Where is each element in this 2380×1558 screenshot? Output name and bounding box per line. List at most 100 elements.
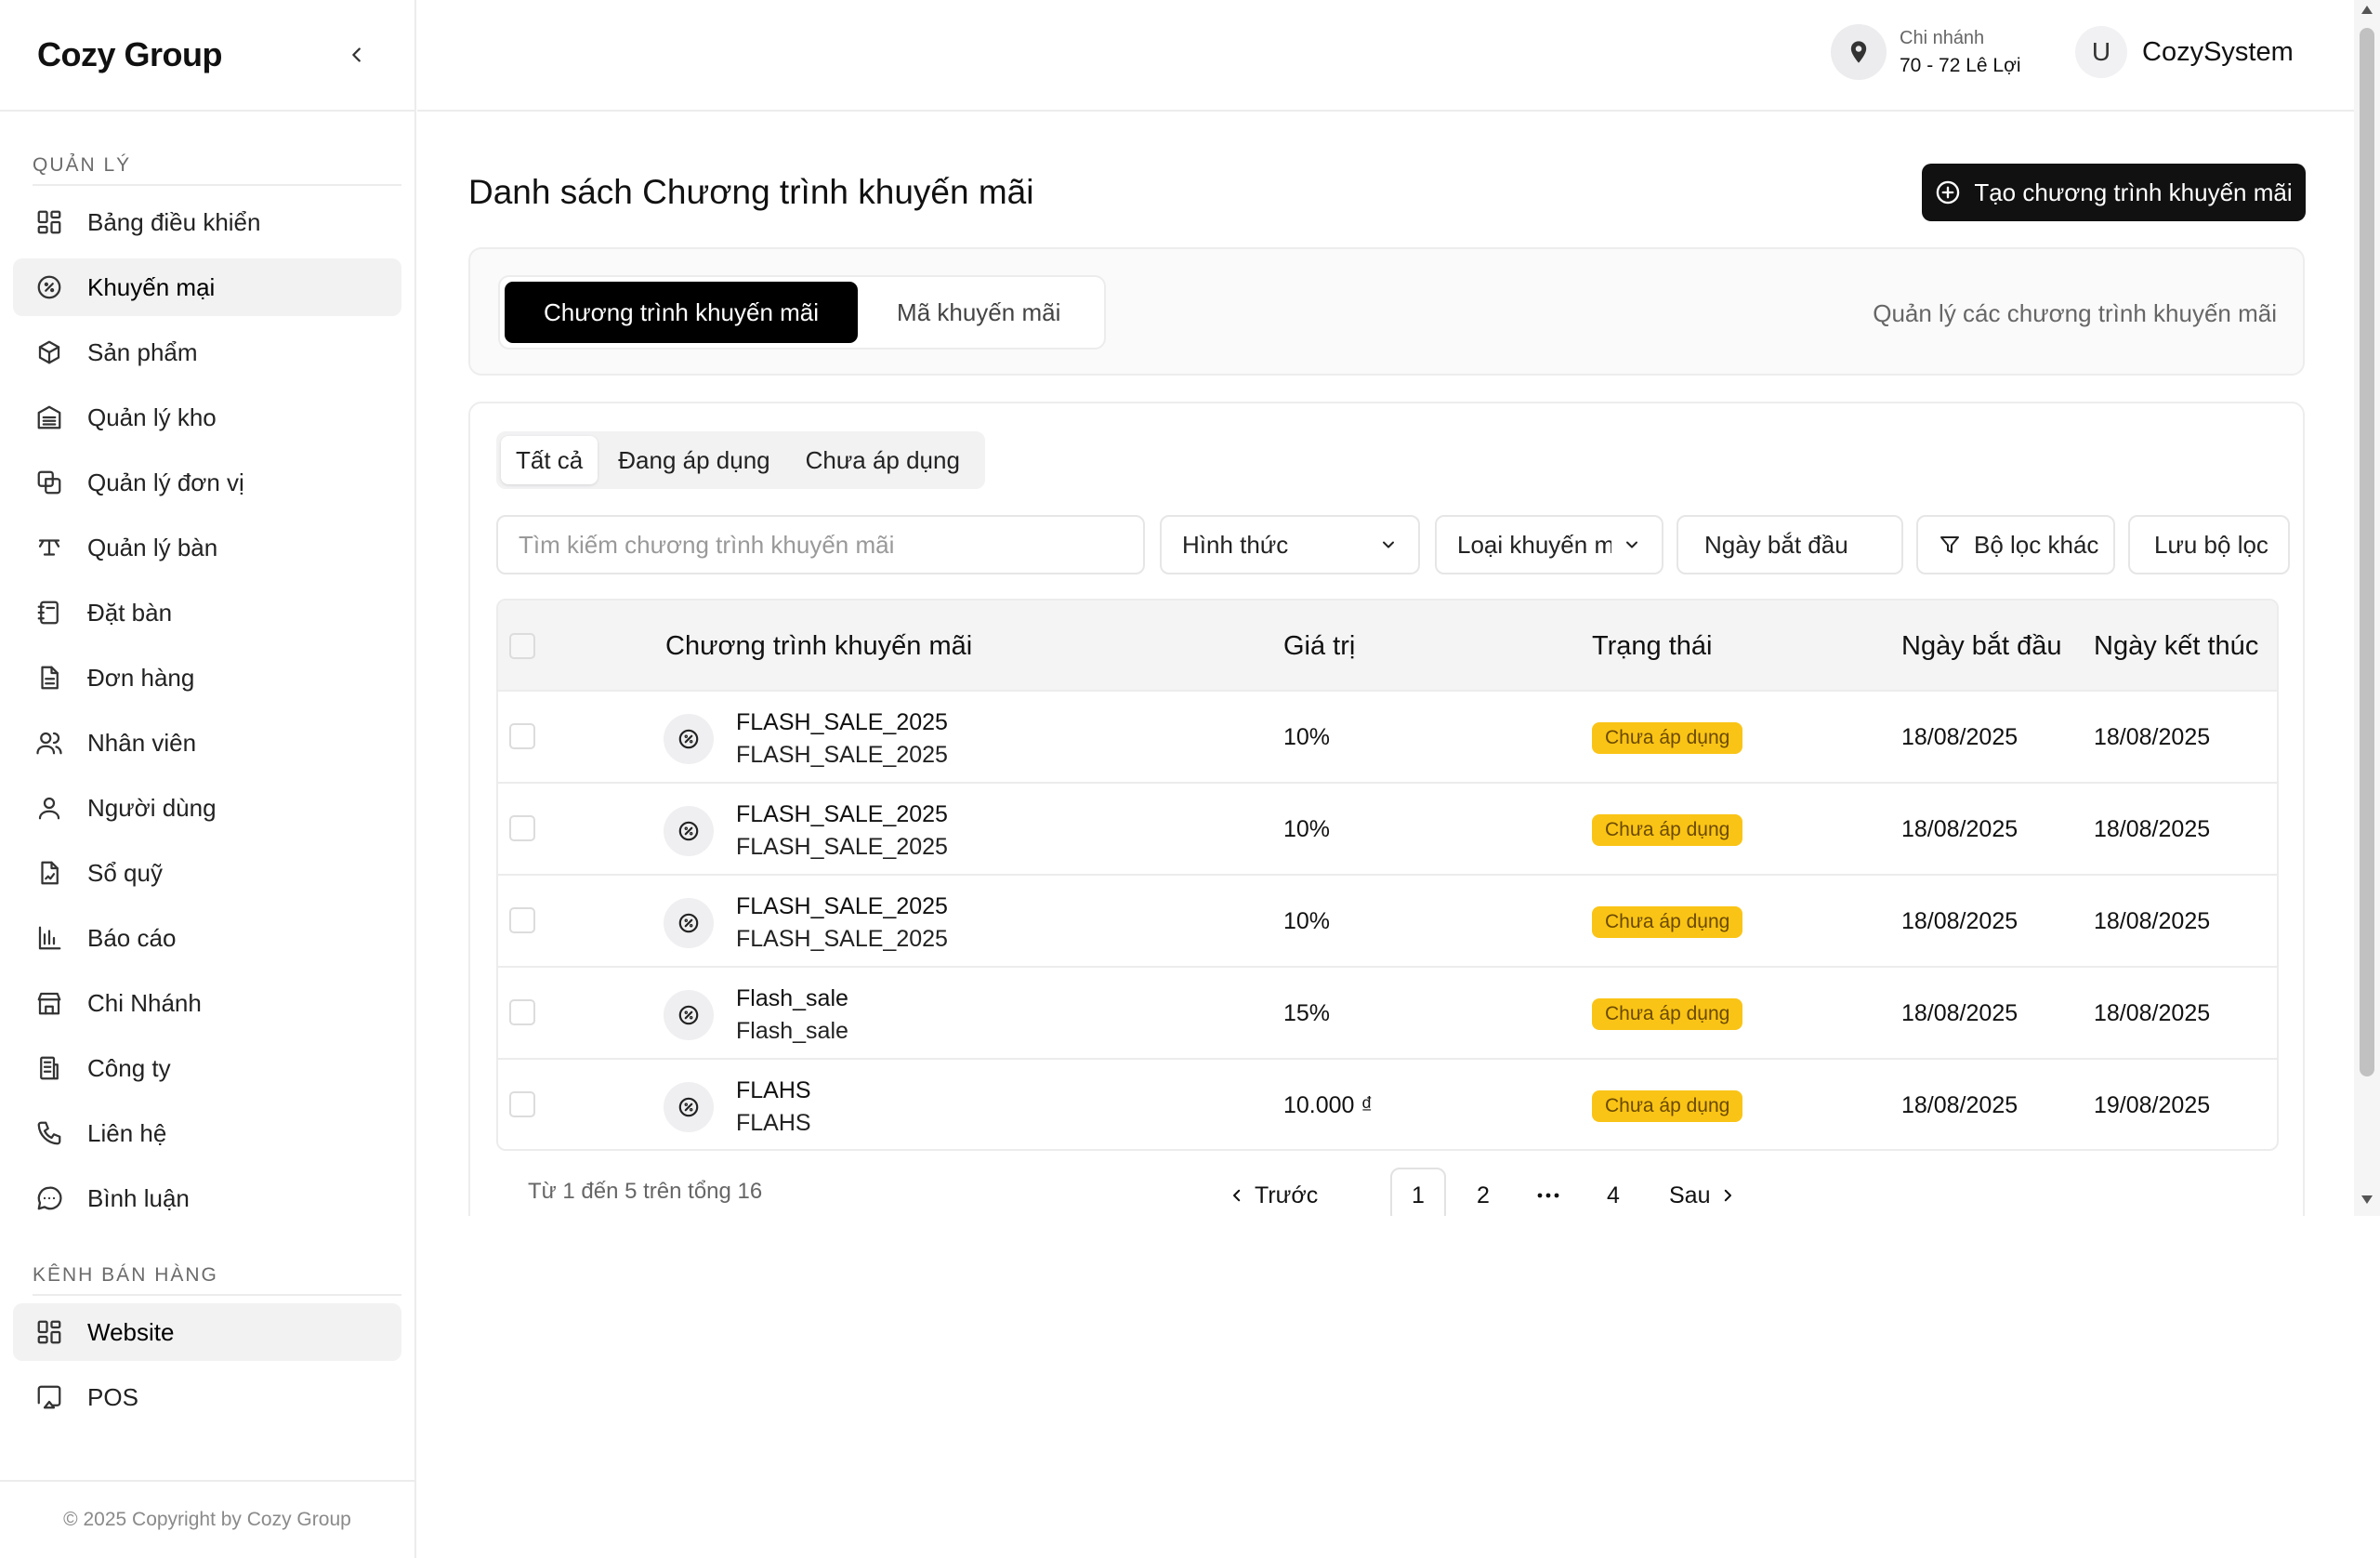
scroll-up-arrow-icon[interactable] xyxy=(2361,6,2373,14)
page-1-button[interactable]: 1 xyxy=(1390,1168,1446,1216)
table-row[interactable]: FLASH_SALE_2025 FLASH_SALE_2025 10% Chưa áp… xyxy=(498,692,2277,784)
sidebar-item-label: Nhân viên xyxy=(87,728,197,757)
search-input[interactable]: Tìm kiếm chương trình khuyến mãi xyxy=(496,515,1145,574)
sidebar-item-người-dùng[interactable]: Người dùng xyxy=(13,779,401,837)
vertical-scrollbar[interactable] xyxy=(2354,0,2380,1216)
units-icon xyxy=(33,467,65,498)
program-cell: Flash_sale Flash_sale xyxy=(736,983,848,1048)
create-promotion-label: Tạo chương trình khuyến mãi xyxy=(1974,178,2293,206)
ellipsis-icon xyxy=(1520,1168,1576,1216)
more-filters-button[interactable]: Bộ lọc khác xyxy=(1916,515,2115,574)
sidebar-item-đặt-bàn[interactable]: Đặt bàn xyxy=(13,584,401,641)
filter-tab-active[interactable]: Đang áp dụng xyxy=(603,436,784,484)
sidebar-item-label: Chi Nhánh xyxy=(87,988,202,1017)
sidebar-item-label: Website xyxy=(87,1317,175,1346)
table-header: Chương trình khuyến mãi Giá trị Trạng th… xyxy=(498,601,2277,692)
table-row[interactable]: Flash_sale Flash_sale 15% Chưa áp dụng 18/08… xyxy=(498,968,2277,1060)
end-date-cell: 18/08/2025 xyxy=(2094,1000,2211,1026)
section-label-sales-channels: KÊNH BÁN HÀNG xyxy=(33,1264,218,1286)
sidebar-item-đơn-hàng[interactable]: Đơn hàng xyxy=(13,649,401,706)
tab-promotion-programs[interactable]: Chương trình khuyến mãi xyxy=(505,282,859,343)
program-code: FLASH_SALE_2025 xyxy=(736,742,948,768)
promotion-list-card: Tất cả Đang áp dụng Chưa áp dụng Tìm kiế… xyxy=(468,402,2305,1216)
row-checkbox[interactable] xyxy=(509,1091,535,1117)
row-checkbox[interactable] xyxy=(509,907,535,933)
column-header-status[interactable]: Trạng thái xyxy=(1592,601,1713,692)
sidebar-item-label: Đơn hàng xyxy=(87,663,195,692)
dashboard-icon xyxy=(33,206,65,238)
end-date-cell: 18/08/2025 xyxy=(2094,724,2211,750)
program-code: Flash_sale xyxy=(736,1018,848,1044)
more-filters-label: Bộ lọc khác xyxy=(1974,530,2099,559)
save-filter-button[interactable]: Lưu bộ lọc xyxy=(2128,515,2290,574)
kind-filter-select[interactable]: Loại khuyến m xyxy=(1435,515,1663,574)
sidebar-item-quản-lý-kho[interactable]: Quản lý kho xyxy=(13,389,401,446)
sidebar-item-bình-luận[interactable]: Bình luận xyxy=(13,1169,401,1227)
discount-icon xyxy=(664,990,714,1040)
table-row[interactable]: FLASH_SALE_2025 FLASH_SALE_2025 10% Chưa áp… xyxy=(498,784,2277,876)
start-date-filter[interactable]: Ngày bắt đầu xyxy=(1677,515,1903,574)
value-cell: 10.000 ₫ xyxy=(1283,1092,1374,1118)
sidebar-item-sổ-quỹ[interactable]: Sổ quỹ xyxy=(13,844,401,902)
sidebar-item-chi-nhánh[interactable]: Chi Nhánh xyxy=(13,974,401,1032)
program-code: FLASH_SALE_2025 xyxy=(736,926,948,952)
sidebar-item-quản-lý-bàn[interactable]: Quản lý bàn xyxy=(13,519,401,576)
grid-icon xyxy=(33,1316,65,1348)
filter-tab-inactive[interactable]: Chưa áp dụng xyxy=(791,436,975,484)
collapse-sidebar-button[interactable] xyxy=(336,34,377,75)
sidebar-item-label: Đặt bàn xyxy=(87,598,173,627)
chevron-down-icon xyxy=(1623,535,1641,554)
select-all-checkbox[interactable] xyxy=(509,633,535,659)
sidebar-item-liên-hệ[interactable]: Liên hệ xyxy=(13,1104,401,1162)
tab-promo-codes[interactable]: Mã khuyến mãi xyxy=(858,282,1099,343)
column-header-end-date[interactable]: Ngày kết thúc xyxy=(2094,601,2258,692)
branch-label: Chi nhánh xyxy=(1900,27,1985,48)
type-filter-select[interactable]: Hình thức xyxy=(1160,515,1420,574)
row-checkbox[interactable] xyxy=(509,815,535,841)
user-menu[interactable]: U CozySystem xyxy=(2075,26,2294,78)
next-page-button[interactable]: Sau xyxy=(1669,1168,1736,1216)
branch-address: 70 - 72 Lê Lợi xyxy=(1900,54,2021,76)
page-2-button[interactable]: 2 xyxy=(1455,1168,1511,1216)
sidebar: Cozy Group QUẢN LÝ Bảng điều khiển Khuyến… xyxy=(0,0,416,1558)
type-filter-label: Hình thức xyxy=(1182,530,1289,559)
sidebar-item-quản-lý-đơn-vị[interactable]: Quản lý đơn vị xyxy=(13,454,401,511)
notebook-icon xyxy=(33,597,65,628)
row-checkbox[interactable] xyxy=(509,999,535,1025)
page-4-button[interactable]: 4 xyxy=(1585,1168,1641,1216)
sidebar-item-khuyến-mại[interactable]: Khuyến mại xyxy=(13,258,401,316)
sidebar-item-báo-cáo[interactable]: Báo cáo xyxy=(13,909,401,967)
value-cell: 10% xyxy=(1283,816,1331,842)
row-checkbox[interactable] xyxy=(509,723,535,749)
table-row[interactable]: FLASH_SALE_2025 FLASH_SALE_2025 10% Chưa áp… xyxy=(498,876,2277,968)
scroll-thumb[interactable] xyxy=(2360,28,2374,1076)
sidebar-item-sản-phẩm[interactable]: Sản phẩm xyxy=(13,323,401,381)
sidebar-item-nhân-viên[interactable]: Nhân viên xyxy=(13,714,401,772)
sidebar-item-công-ty[interactable]: Công ty xyxy=(13,1039,401,1097)
column-header-value[interactable]: Giá trị xyxy=(1283,601,1355,692)
discount-icon xyxy=(33,271,65,303)
end-date-cell: 19/08/2025 xyxy=(2094,1092,2211,1118)
main-content: Danh sách Chương trình khuyến mãi Tạo ch… xyxy=(417,112,2354,1216)
program-name: FLASH_SALE_2025 xyxy=(736,801,948,827)
table-icon xyxy=(33,532,65,563)
start-date-cell: 18/08/2025 xyxy=(1901,1092,2018,1118)
sidebar-item-pos[interactable]: POS xyxy=(13,1368,401,1426)
create-promotion-button[interactable]: Tạo chương trình khuyến mãi xyxy=(1922,164,2306,221)
sidebar-item-website[interactable]: Website xyxy=(13,1303,401,1361)
sidebar-item-label: Bảng điều khiển xyxy=(87,207,261,236)
prev-page-button[interactable]: Trước xyxy=(1229,1168,1318,1216)
sidebar-item-bảng-điều-khiển[interactable]: Bảng điều khiển xyxy=(13,193,401,251)
column-header-start-date[interactable]: Ngày bắt đầu xyxy=(1901,601,2062,692)
column-header-program[interactable]: Chương trình khuyến mãi xyxy=(665,601,972,692)
table-row[interactable]: FLAHS FLAHS 10.000 ₫ Chưa áp dụng 18/08/2025… xyxy=(498,1060,2277,1149)
status-badge: Chưa áp dụng xyxy=(1592,721,1743,754)
brand-logo: Cozy Group xyxy=(37,35,223,73)
phone-icon xyxy=(33,1117,65,1149)
branch-selector[interactable]: Chi nhánh 70 - 72 Lê Lợi xyxy=(1831,24,2021,80)
filter-tab-all[interactable]: Tất cả xyxy=(501,436,598,484)
program-name: FLAHS xyxy=(736,1077,811,1103)
prev-page-label: Trước xyxy=(1255,1182,1319,1208)
status-badge: Chưa áp dụng xyxy=(1592,1089,1743,1122)
scroll-down-arrow-icon[interactable] xyxy=(2361,1195,2373,1204)
